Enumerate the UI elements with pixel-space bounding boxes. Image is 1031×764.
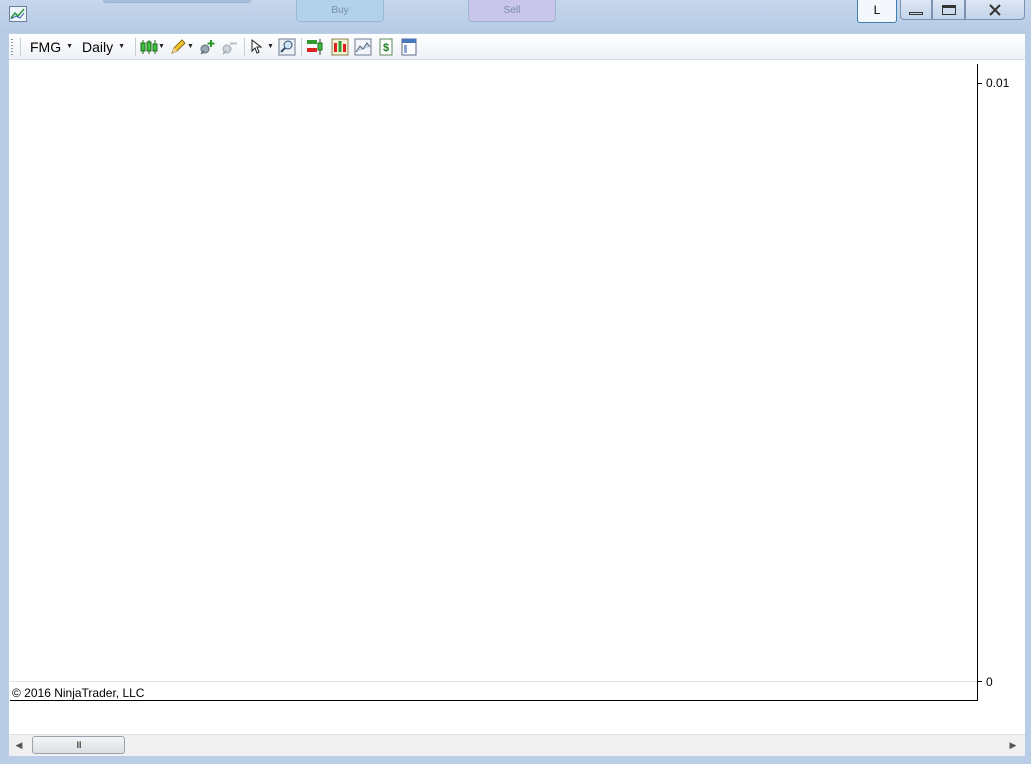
sell-button[interactable]: Sell [468, 0, 556, 22]
scroll-left-icon[interactable]: ◀ [12, 738, 26, 752]
interval-selector[interactable]: Daily ▼ [82, 38, 125, 56]
strategy-dollar-icon[interactable]: $ [377, 38, 395, 56]
layout-button[interactable]: L [857, 0, 897, 23]
chart-app-icon[interactable] [9, 6, 27, 22]
scroll-right-icon[interactable]: ▶ [1006, 738, 1020, 752]
toolbar-separator [20, 38, 21, 56]
chart-panel[interactable]: 0.01 0 © 2016 NinjaTrader, LLC [9, 60, 1025, 734]
toolbar-grip[interactable] [11, 39, 13, 55]
instrument-selector[interactable]: FMG ▼ [30, 38, 73, 56]
svg-text:$: $ [383, 42, 389, 54]
scrollbar-thumb[interactable]: III [32, 736, 125, 754]
chevron-down-icon[interactable]: ▼ [158, 43, 165, 50]
price-axis-tick [977, 83, 982, 84]
toolbar-separator [135, 38, 136, 56]
data-series-icon[interactable] [354, 38, 372, 56]
chevron-down-icon: ▼ [118, 43, 126, 50]
chart-toolbar: FMG ▼ Daily ▼ ▼ ▼ ▼ $ [9, 34, 1025, 60]
pin-remove-icon[interactable] [220, 38, 238, 56]
horizontal-scrollbar[interactable]: ◀ III ▶ [9, 734, 1025, 756]
zoom-icon[interactable] [278, 38, 296, 56]
price-axis-tick [977, 681, 982, 682]
close-button[interactable] [965, 0, 1025, 20]
title-bar: Buy Sell L [0, 0, 1031, 33]
properties-icon[interactable] [400, 38, 418, 56]
instrument-label: FMG [30, 39, 62, 55]
pin-add-icon[interactable] [198, 38, 216, 56]
chevron-down-icon[interactable]: ▼ [267, 43, 274, 50]
close-icon [989, 3, 1001, 16]
copyright-text: © 2016 NinjaTrader, LLC [12, 686, 145, 700]
zero-price-line [10, 681, 978, 682]
chevron-down-icon[interactable]: ▼ [187, 43, 194, 50]
bar-chart-icon[interactable] [331, 38, 349, 56]
minimize-button[interactable] [900, 0, 932, 20]
interval-label: Daily [82, 39, 114, 55]
chevron-down-icon: ▼ [66, 43, 74, 50]
price-axis-label: 0 [986, 675, 993, 689]
maximize-icon [941, 4, 956, 15]
price-axis-line [977, 64, 978, 701]
pencil-draw-icon[interactable] [169, 38, 187, 56]
toolbar-separator [244, 38, 245, 56]
order-entry-icon[interactable] [306, 38, 324, 56]
minimize-icon [909, 12, 923, 15]
chart-bottom-border [10, 700, 978, 701]
pointer-icon[interactable] [249, 38, 267, 56]
price-axis-label: 0.01 [986, 76, 1010, 90]
toolbar-separator [301, 38, 302, 56]
candlestick-style-icon[interactable] [140, 38, 158, 56]
faded-toolbar-strip [103, 0, 251, 3]
buy-button[interactable]: Buy [296, 0, 384, 22]
maximize-button[interactable] [932, 0, 965, 20]
